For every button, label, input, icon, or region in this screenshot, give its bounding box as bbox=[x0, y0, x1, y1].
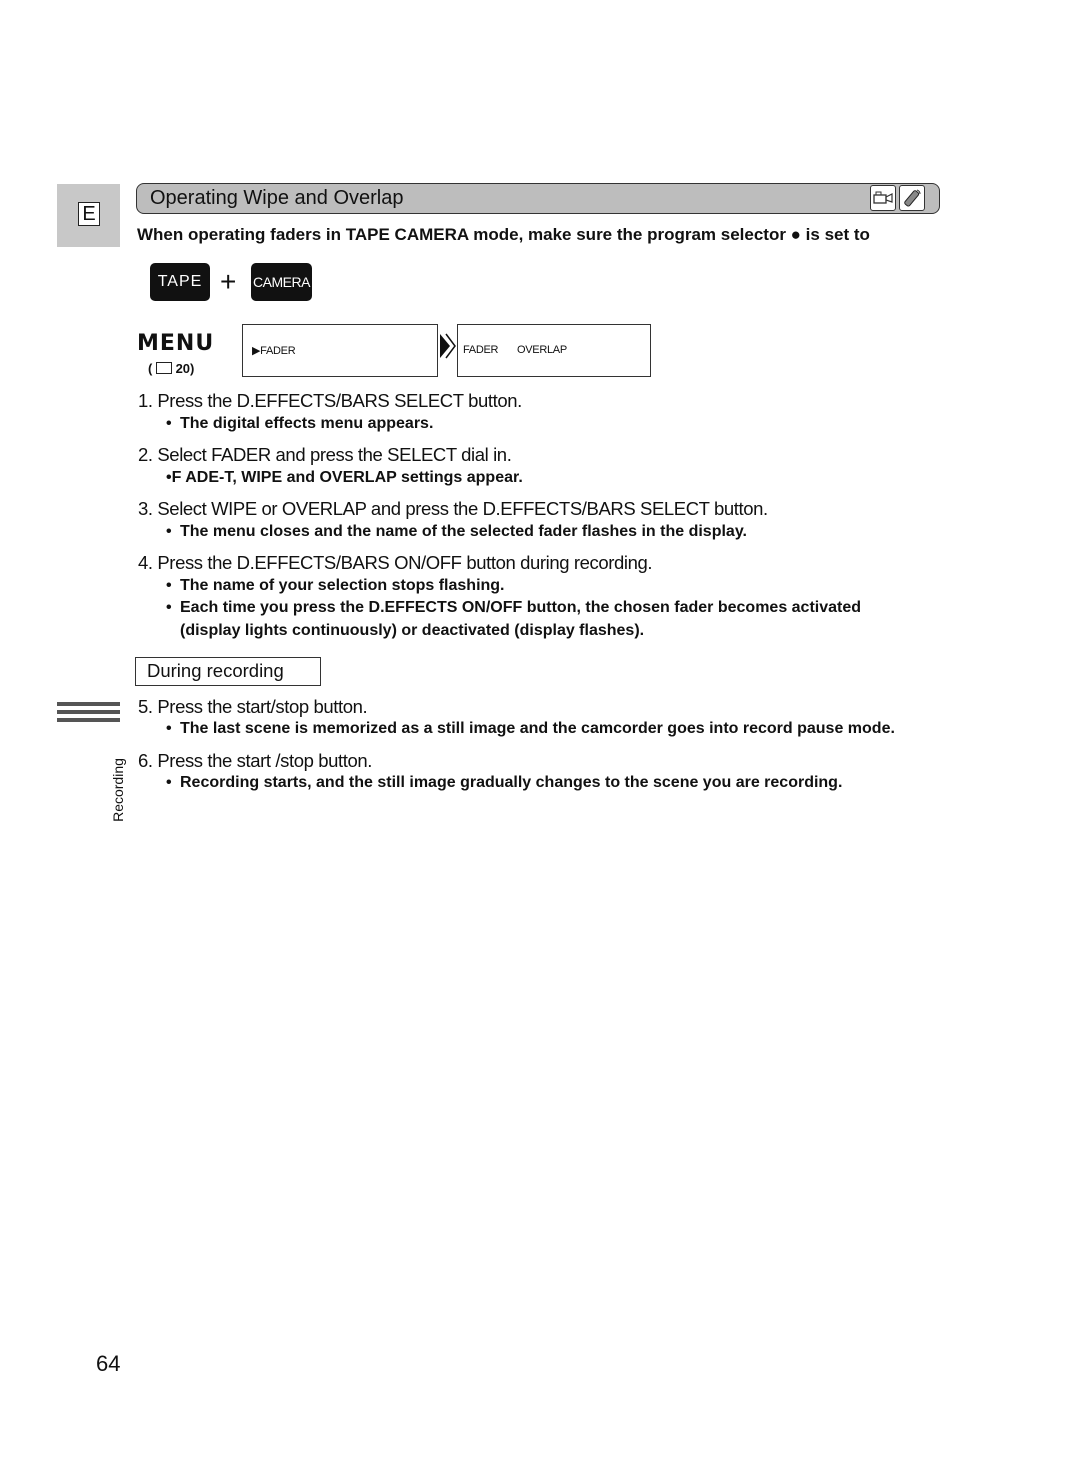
camcorder-icon bbox=[870, 185, 896, 211]
step-1: 1. Press the D.EFFECTS/BARS SELECT butto… bbox=[138, 390, 522, 411]
menu-item-fader: ▶FADER bbox=[252, 345, 296, 357]
step-6-note: • Recording starts, and the still image g… bbox=[166, 774, 843, 791]
page-number: 64 bbox=[96, 1351, 121, 1376]
menu-label: MENU bbox=[137, 331, 215, 356]
camera-mode-badge: CAMERA bbox=[251, 263, 312, 301]
step-4: 4. Press the D.EFFECTS/BARS ON/OFF butto… bbox=[138, 552, 653, 573]
section-title-bar: Operating Wipe and Overlap bbox=[136, 183, 940, 214]
step-3: 3. Select WIPE or OVERLAP and press the … bbox=[138, 498, 768, 519]
chevron-right-icon bbox=[438, 332, 456, 365]
remote-control-icon bbox=[899, 185, 925, 211]
step-6: 6. Press the start /stop button. bbox=[138, 750, 372, 771]
book-icon bbox=[155, 362, 172, 374]
language-tab: E bbox=[57, 184, 120, 247]
step-2-note: •F ADE-T, WIPE and OVERLAP settings appe… bbox=[166, 469, 523, 486]
step-4-note-2: • Each time you press the D.EFFECTS ON/OF… bbox=[166, 599, 862, 616]
section-marker-bars bbox=[57, 702, 120, 726]
step-1-note: • The digital effects menu appears. bbox=[166, 415, 434, 432]
step-5-note: • The last scene is memorized as a still … bbox=[166, 720, 895, 737]
step-5: 5. Press the start/stop button. bbox=[138, 696, 368, 717]
plus-sign: + bbox=[220, 266, 237, 297]
step-4-note-2-cont: (display lights continuously) or deactiv… bbox=[180, 622, 645, 639]
section-title: Operating Wipe and Overlap bbox=[150, 187, 404, 209]
tape-mode-badge: TAPE bbox=[150, 263, 210, 301]
step-2: 2. Select FADER and press the SELECT dia… bbox=[138, 444, 512, 465]
menu-screen-1: ▶FADER bbox=[242, 324, 438, 377]
menu-page-reference: ( 20) bbox=[148, 361, 195, 376]
intro-text: When operating faders in TAPE CAMERA mod… bbox=[137, 225, 870, 244]
during-recording-label: During recording bbox=[135, 657, 321, 686]
language-letter: E bbox=[78, 202, 100, 226]
menu-item-overlap: OVERLAP bbox=[517, 344, 567, 356]
section-side-label: Recording bbox=[110, 758, 126, 822]
menu-item-fader: FADER bbox=[463, 344, 499, 356]
menu-screen-2: FADER OVERLAP bbox=[457, 324, 651, 377]
step-3-note: • The menu closes and the name of the sel… bbox=[166, 523, 747, 540]
step-4-note-1: • The name of your selection stops flashi… bbox=[166, 577, 505, 594]
